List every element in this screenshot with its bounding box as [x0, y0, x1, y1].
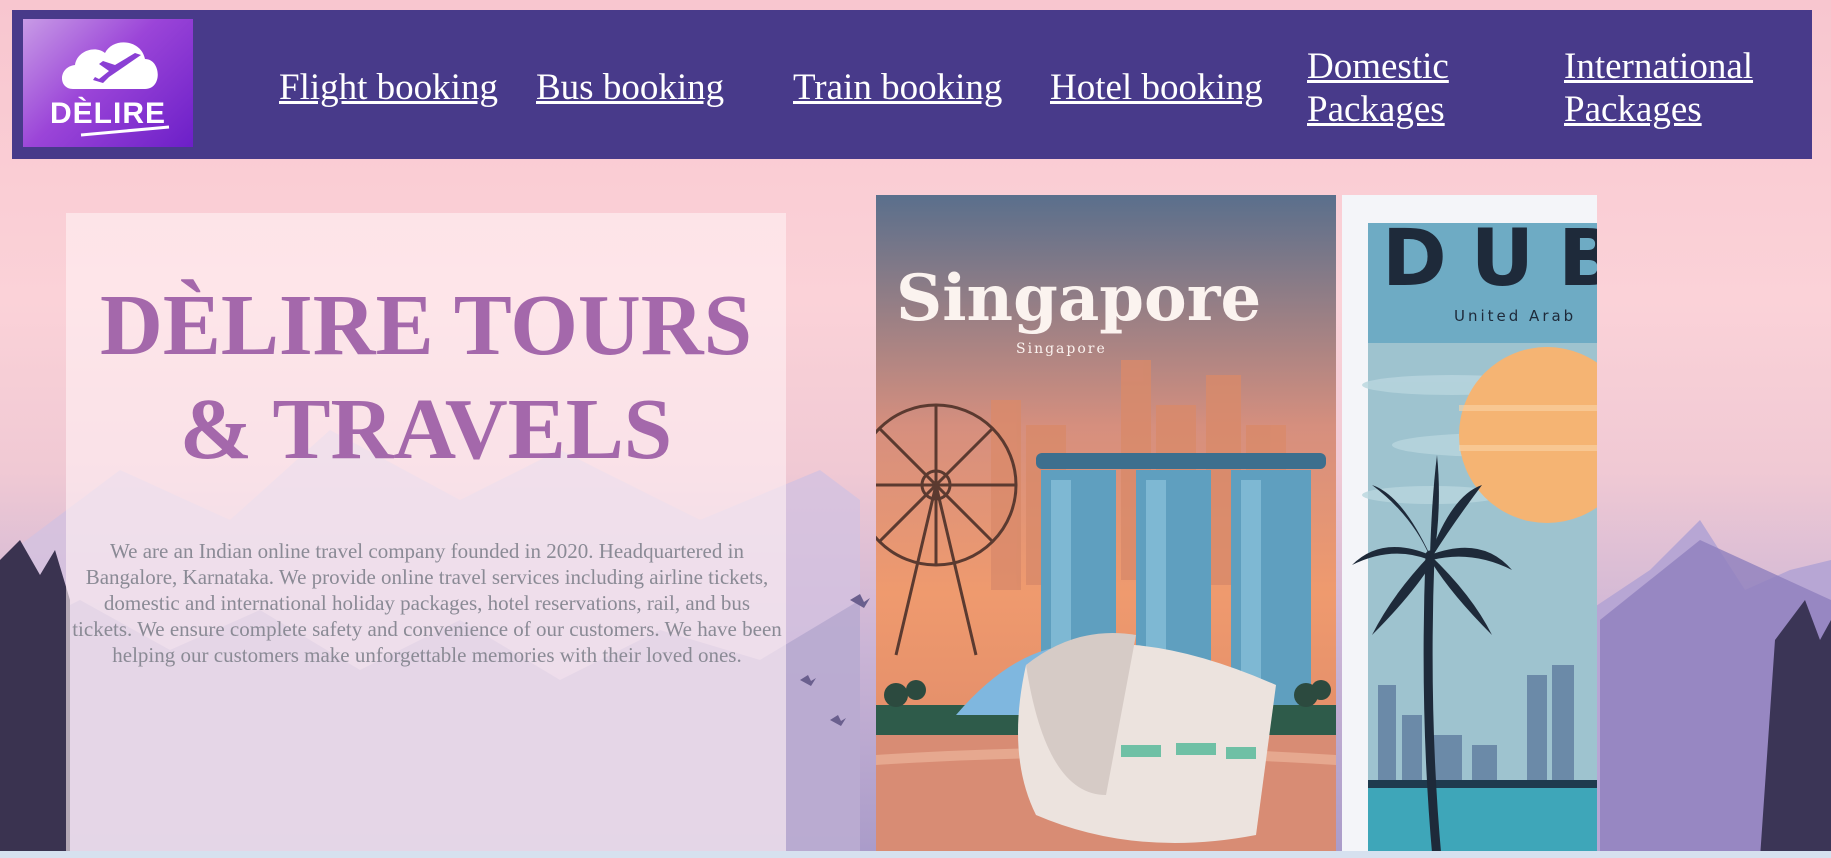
- singapore-subtitle: Singapore: [1016, 341, 1107, 357]
- nav-international-packages[interactable]: International Packages: [1564, 45, 1753, 131]
- nav-domestic-line1: Domestic: [1307, 46, 1449, 87]
- logo-text: DÈLIRE: [49, 97, 166, 130]
- nav-domestic-packages[interactable]: Domestic Packages: [1307, 45, 1449, 131]
- singapore-title: Singapore: [896, 261, 1261, 336]
- hero-title-line1: DÈLIRE TOURS: [100, 276, 752, 373]
- singapore-poster-art: Singapore Singapore: [876, 195, 1336, 858]
- top-navbar: DÈLIRE Flight booking Bus booking Train …: [12, 10, 1812, 159]
- nav-flight-booking[interactable]: Flight booking: [279, 66, 498, 109]
- hero-panel: DÈLIRE TOURS & TRAVELS We are an Indian …: [66, 213, 786, 858]
- dubai-subtitle: United Arab: [1454, 307, 1576, 325]
- dubai-poster-art: DUB United Arab: [1352, 214, 1597, 858]
- nav-bus-booking[interactable]: Bus booking: [536, 66, 724, 109]
- dubai-title: DUB: [1382, 214, 1597, 304]
- nav-domestic-line2: Packages: [1307, 89, 1445, 130]
- nav-train-booking[interactable]: Train booking: [793, 66, 1002, 109]
- dubai-poster: DUB United Arab: [1342, 195, 1597, 858]
- hero-title: DÈLIRE TOURS & TRAVELS: [66, 273, 786, 481]
- window-bottom-edge: [0, 851, 1831, 858]
- hero-description: We are an Indian online travel company f…: [72, 539, 782, 667]
- nav-international-line1: International: [1564, 46, 1754, 87]
- hero-title-line2: & TRAVELS: [179, 380, 673, 477]
- brand-logo[interactable]: DÈLIRE: [23, 19, 193, 147]
- nav-hotel-booking[interactable]: Hotel booking: [1050, 66, 1263, 109]
- singapore-poster: Singapore Singapore: [876, 195, 1336, 858]
- nav-international-line2: Packages: [1564, 89, 1702, 130]
